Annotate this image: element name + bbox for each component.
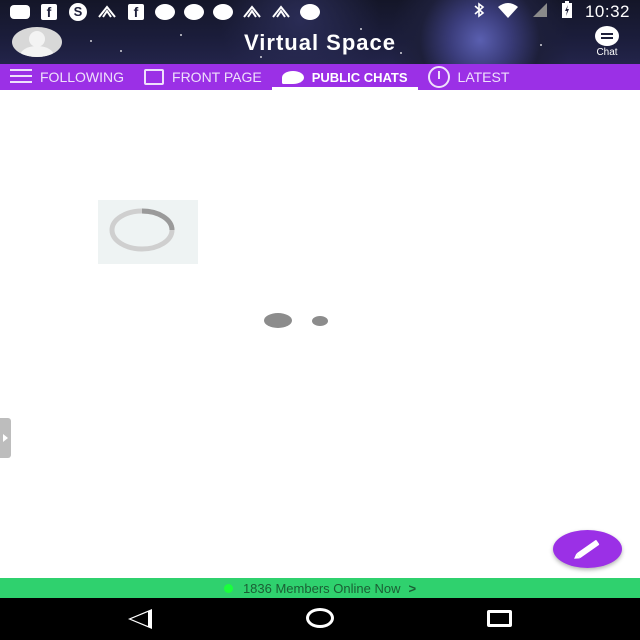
circle-icon [155,4,175,20]
facebook-icon: f [39,4,59,20]
document-icon [144,69,165,85]
pencil-icon [575,539,600,559]
tab-bar: FOLLOWING FRONT PAGE PUBLIC CHATS LATEST [0,64,640,90]
loading-dot [264,313,292,328]
spinner-icon [109,208,175,252]
clock-icon [427,66,450,88]
compose-button[interactable] [553,530,622,568]
circle-icon [213,4,233,20]
tab-label: FRONT PAGE [172,69,262,85]
tab-label: PUBLIC CHATS [311,69,408,85]
loading-dot [312,316,328,326]
tab-label: LATEST [457,69,510,85]
chevron-right-icon: > [408,580,417,596]
members-online-text: 1836 Members Online Now [242,580,401,596]
loading-placeholder [98,200,198,264]
facebook-icon: f [126,4,146,20]
chat-button[interactable]: Chat [588,26,626,60]
battery-icon [561,0,573,24]
no-signal-icon [531,2,549,23]
chat-bubbles-icon [281,70,304,84]
tab-label: FOLLOWING [40,69,125,85]
chevron-right-icon [3,434,8,442]
list-icon [10,69,32,85]
app-title: Virtual Space [244,30,396,55]
status-time: 10:32 [584,2,630,21]
app-header: f S f 10:32 Virtual Space Chat [0,0,640,64]
bluetooth-icon [473,1,485,23]
tab-front-page[interactable]: FRONT PAGE [134,64,272,90]
chat-label: Chat [596,47,618,58]
app-icon [242,4,262,20]
tab-latest[interactable]: LATEST [418,64,520,90]
app-icon [97,4,117,20]
back-icon[interactable] [128,609,152,629]
members-online-bar[interactable]: 1836 Members Online Now > [0,578,640,598]
wifi-icon [497,2,519,23]
tab-public-chats[interactable]: PUBLIC CHATS [271,64,418,90]
app-icon [271,4,291,20]
chat-icon [595,26,619,46]
s-app-icon: S [68,3,88,21]
system-nav-bar [0,598,640,640]
home-icon[interactable] [306,608,334,628]
message-icon [10,4,30,20]
status-bar: f S f 10:32 [0,0,640,24]
circle-icon [300,4,320,20]
circle-icon [184,4,204,20]
side-drawer-handle[interactable] [0,418,11,458]
recent-apps-icon[interactable] [487,610,512,627]
online-indicator [223,583,233,593]
tab-following[interactable]: FOLLOWING [0,64,134,90]
